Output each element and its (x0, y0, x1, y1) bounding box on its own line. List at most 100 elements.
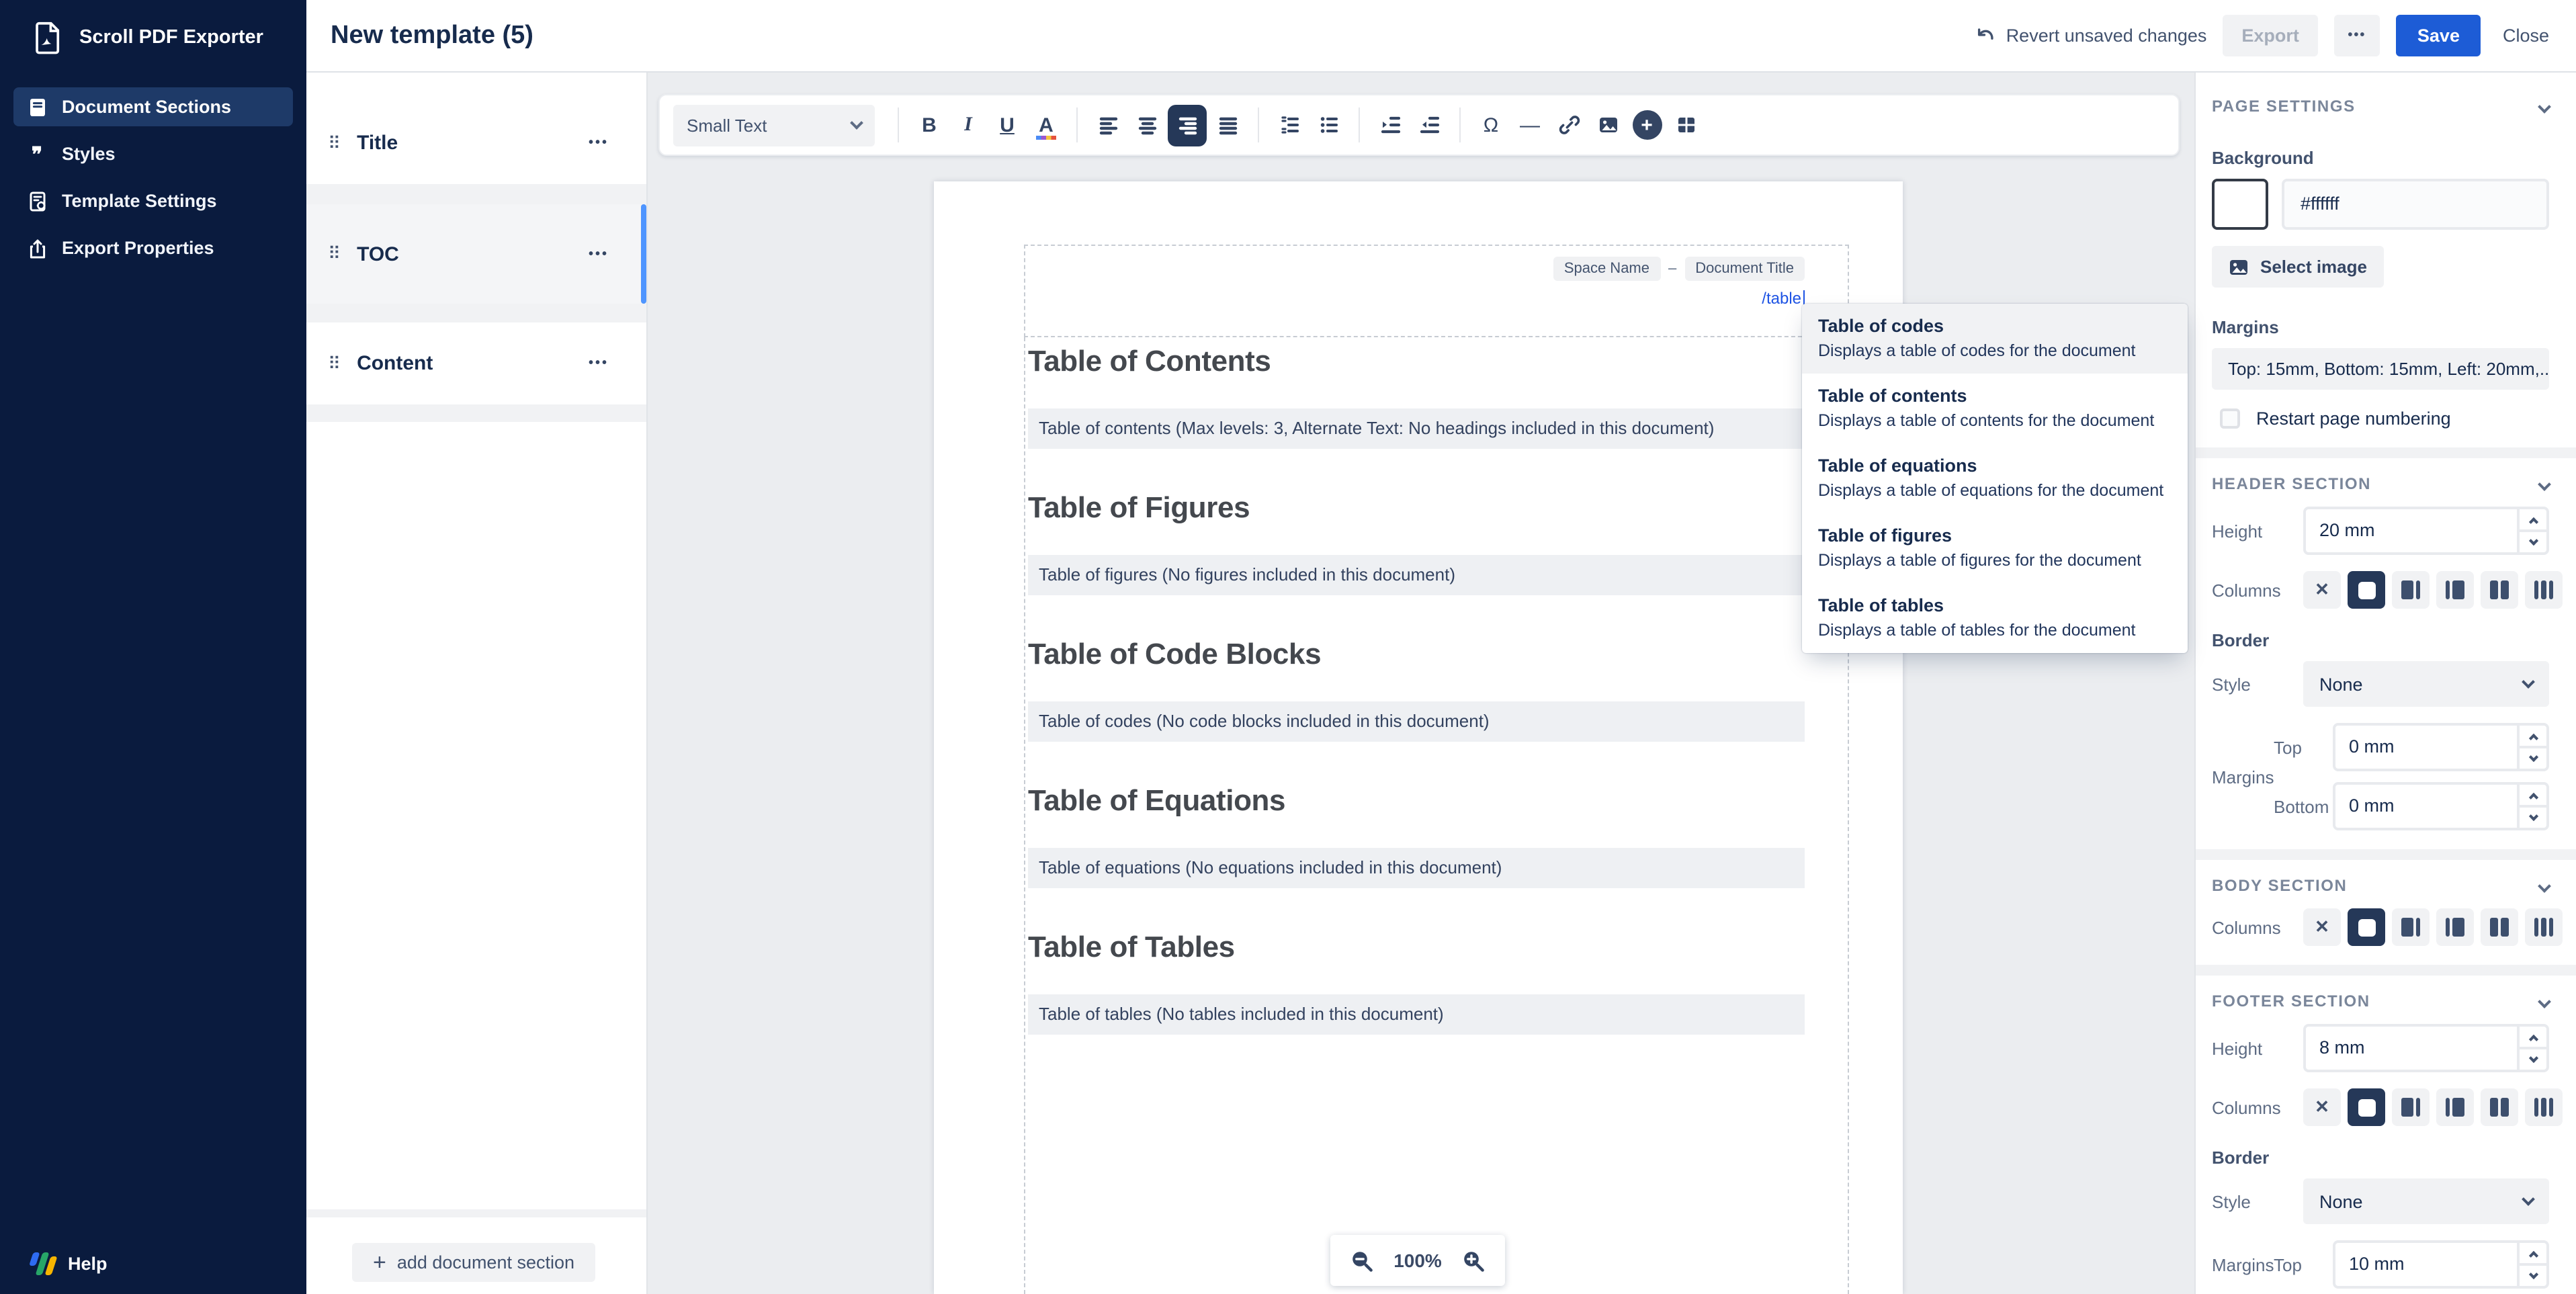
columns-two-equal-button[interactable] (2481, 908, 2518, 946)
background-color-input[interactable]: #ffffff (2282, 179, 2549, 230)
section-row-content[interactable]: ⠿ Content ••• (306, 322, 646, 404)
image-button[interactable] (1590, 105, 1626, 145)
header-margin-top-stepper[interactable]: 0 mm (2333, 723, 2549, 771)
stepper-up-icon[interactable] (2520, 785, 2546, 805)
section-row-menu-icon[interactable]: ••• (589, 136, 609, 150)
columns-wide-narrow-button[interactable] (2392, 908, 2430, 946)
footer-margin-top-stepper[interactable]: 10 mm (2333, 1240, 2549, 1289)
footer-border-style-select[interactable]: None (2303, 1178, 2549, 1224)
drag-handle-icon[interactable]: ⠿ (328, 353, 341, 374)
toc-macro-placeholder[interactable]: Table of contents (Max levels: 3, Altern… (1028, 408, 1805, 449)
drag-handle-icon[interactable]: ⠿ (328, 132, 341, 154)
codes-macro-placeholder[interactable]: Table of codes (No code blocks included … (1028, 701, 1805, 742)
insert-plus-button[interactable]: + (1629, 105, 1665, 145)
columns-one-button-selected[interactable] (2348, 571, 2385, 609)
menu-item-table-of-equations[interactable]: Table of equations Displays a table of e… (1802, 443, 2188, 513)
columns-none-button[interactable]: ✕ (2303, 571, 2341, 609)
menu-item-table-of-figures[interactable]: Table of figures Displays a table of fig… (1802, 513, 2188, 583)
section-row-title[interactable]: ⠿ Title ••• (306, 102, 646, 184)
document-title-token[interactable]: Document Title (1684, 257, 1805, 281)
background-color-swatch[interactable] (2212, 179, 2268, 230)
footer-height-stepper[interactable]: 8 mm (2303, 1024, 2549, 1072)
header-height-stepper[interactable]: 20 mm (2303, 507, 2549, 555)
page-margins-field[interactable]: Top: 15mm, Bottom: 15mm, Left: 20mm,... (2212, 348, 2549, 390)
restart-page-numbering-row[interactable]: Restart page numbering (2220, 408, 2549, 429)
italic-button[interactable]: I (950, 105, 986, 145)
table-button[interactable] (1668, 105, 1704, 145)
underline-button[interactable]: U (989, 105, 1025, 145)
revert-unsaved-changes-button[interactable]: Revert unsaved changes (1975, 26, 2207, 46)
checkbox-unchecked[interactable] (2220, 408, 2240, 429)
header-section-header[interactable]: HEADER SECTION (2212, 474, 2549, 493)
equations-macro-placeholder[interactable]: Table of equations (No equations include… (1028, 848, 1805, 888)
doc-heading[interactable]: Table of Tables (1028, 929, 1805, 966)
doc-heading[interactable]: Table of Code Blocks (1028, 636, 1805, 673)
sidebar-item-export-properties[interactable]: Export Properties (13, 228, 293, 267)
space-name-token[interactable]: Space Name (1553, 257, 1660, 281)
page-settings-header[interactable]: PAGE SETTINGS (2212, 97, 2549, 116)
footer-section-header[interactable]: FOOTER SECTION (2212, 992, 2549, 1010)
close-button[interactable]: Close (2503, 26, 2549, 46)
menu-item-table-of-tables[interactable]: Table of tables Displays a table of tabl… (1802, 583, 2188, 653)
help-button[interactable]: Help (30, 1252, 108, 1275)
text-style-select[interactable]: Small Text (673, 104, 875, 146)
bullet-list-button[interactable] (1310, 105, 1346, 145)
sidebar-item-document-sections[interactable]: Document Sections (13, 87, 293, 126)
margin-bottom-value[interactable]: 0 mm (2335, 785, 2517, 828)
sidebar-item-styles[interactable]: ❞ Styles (13, 134, 293, 173)
height-value[interactable]: 20 mm (2306, 509, 2517, 552)
header-edit-area[interactable]: Space Name – Document Title /table (1024, 245, 1849, 337)
align-left-button[interactable] (1090, 105, 1126, 145)
columns-wide-narrow-button[interactable] (2392, 1088, 2430, 1126)
stepper-down-icon[interactable] (2520, 529, 2546, 552)
stepper-up-icon[interactable] (2520, 509, 2546, 529)
doc-heading[interactable]: Table of Contents (1028, 343, 1805, 380)
justify-button[interactable] (1209, 105, 1246, 145)
columns-none-button[interactable]: ✕ (2303, 908, 2341, 946)
body-section-header[interactable]: BODY SECTION (2212, 876, 2549, 895)
special-character-button[interactable]: Ω (1473, 105, 1509, 145)
zoom-out-icon[interactable] (1350, 1249, 1373, 1272)
columns-three-button[interactable] (2525, 908, 2563, 946)
export-button[interactable]: Export (2223, 15, 2318, 56)
select-image-button[interactable]: Select image (2212, 246, 2383, 288)
columns-none-button[interactable]: ✕ (2303, 1088, 2341, 1126)
zoom-in-icon[interactable] (1462, 1249, 1485, 1272)
stepper-up-icon[interactable] (2520, 1243, 2546, 1263)
indent-button[interactable] (1372, 105, 1408, 145)
stepper-down-icon[interactable] (2520, 1263, 2546, 1286)
menu-item-table-of-codes[interactable]: Table of codes Displays a table of codes… (1802, 304, 2188, 374)
link-button[interactable] (1551, 105, 1587, 145)
header-border-style-select[interactable]: None (2303, 661, 2549, 707)
save-button[interactable]: Save (2396, 15, 2481, 56)
columns-wide-narrow-button[interactable] (2392, 571, 2430, 609)
sidebar-item-template-settings[interactable]: Template Settings (13, 181, 293, 220)
height-value[interactable]: 8 mm (2306, 1027, 2517, 1070)
stepper-down-icon[interactable] (2520, 746, 2546, 769)
header-margin-bottom-stepper[interactable]: 0 mm (2333, 782, 2549, 830)
body-edit-area[interactable]: Table of Contents Table of contents (Max… (1024, 337, 1849, 1294)
horizontal-rule-button[interactable]: — (1512, 105, 1548, 145)
columns-three-button[interactable] (2525, 571, 2563, 609)
add-document-section-button[interactable]: + add document section (352, 1243, 595, 1282)
columns-one-button-selected[interactable] (2348, 908, 2385, 946)
stepper-down-icon[interactable] (2520, 805, 2546, 828)
ordered-list-button[interactable] (1271, 105, 1307, 145)
doc-heading[interactable]: Table of Figures (1028, 489, 1805, 527)
more-actions-button[interactable]: ••• (2334, 15, 2380, 56)
columns-narrow-wide-button[interactable] (2436, 1088, 2474, 1126)
menu-item-table-of-contents[interactable]: Table of contents Displays a table of co… (1802, 374, 2188, 443)
align-center-button[interactable] (1129, 105, 1165, 145)
margin-top-value[interactable]: 0 mm (2335, 726, 2517, 769)
tables-macro-placeholder[interactable]: Table of tables (No tables included in t… (1028, 994, 1805, 1035)
columns-narrow-wide-button[interactable] (2436, 571, 2474, 609)
outdent-button[interactable] (1411, 105, 1447, 145)
margin-top-value[interactable]: 10 mm (2335, 1243, 2517, 1286)
align-right-button-selected[interactable] (1168, 104, 1207, 146)
drag-handle-icon[interactable]: ⠿ (328, 243, 341, 265)
columns-two-equal-button[interactable] (2481, 1088, 2518, 1126)
section-row-toc-selected[interactable]: ⠿ TOC ••• All pages (306, 204, 646, 304)
columns-one-button-selected[interactable] (2348, 1088, 2385, 1126)
columns-three-button[interactable] (2525, 1088, 2563, 1126)
columns-narrow-wide-button[interactable] (2436, 908, 2474, 946)
